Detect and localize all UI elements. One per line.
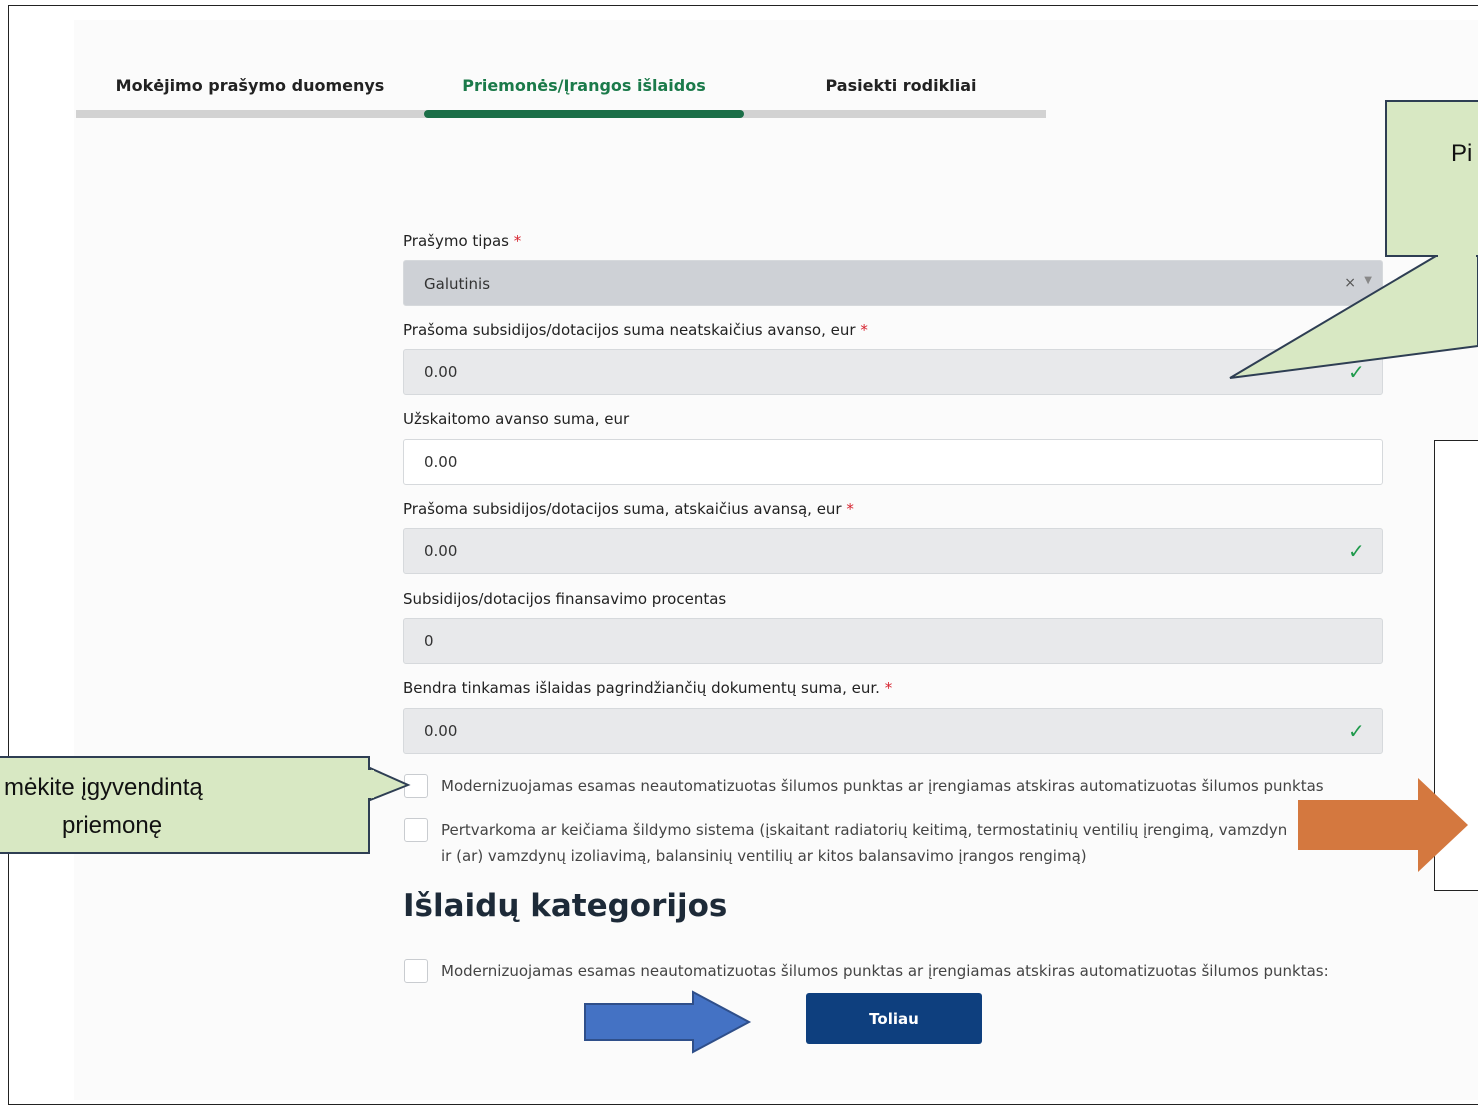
left-annotation-callout: mėkite įgyvendintą priemonę: [0, 756, 370, 854]
left-callout-line2: priemonę: [62, 812, 163, 839]
left-callout-line1: mėkite įgyvendintą: [4, 774, 203, 801]
annotation-overlay: [369, 254, 1478, 802]
left-callout-joint: [366, 770, 374, 798]
top-callout-pointer: [1229, 255, 1478, 379]
left-callout-pointer: [369, 766, 411, 802]
orange-arrow-icon: [1298, 778, 1468, 872]
blue-arrow-icon: [584, 990, 752, 1054]
